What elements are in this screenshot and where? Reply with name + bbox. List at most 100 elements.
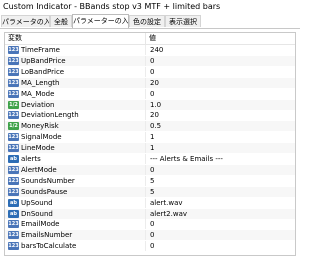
parameter-value[interactable]: alert2.wav [150,209,187,219]
parameter-name: UpBandPrice [21,56,66,65]
double-icon: 1/2 [8,122,19,131]
table-row[interactable]: 123 LineMode 1 [5,143,295,154]
column-divider [145,241,146,252]
column-divider [145,197,146,208]
window-title: Custom Indicator - BBands stop v3 MTF + … [0,0,300,13]
parameter-value[interactable]: 1 [150,143,154,153]
tab-display-selection[interactable]: 表示選択 [165,15,201,27]
parameter-name: SignalMode [21,133,62,142]
tab-parameter-input[interactable]: パラメーターの入力 [72,14,129,28]
parameter-value[interactable]: alert.wav [150,198,183,208]
parameter-name: UpSound [21,198,53,207]
table-row[interactable]: ab alerts --- Alerts & Emails --- [5,154,295,164]
tab-divider [0,28,300,29]
column-divider [145,219,146,230]
parameter-value[interactable]: 5 [150,187,154,197]
parameter-value[interactable]: 0 [150,56,154,66]
table-row[interactable]: 1/2 Deviation 1.0 [5,99,295,110]
integer-icon: 123 [8,220,19,229]
tab-general[interactable]: 全般 [50,15,72,27]
parameter-name: SoundsPause [21,187,68,196]
parameter-value[interactable]: 0 [150,165,154,175]
table-header: 変数 値 [5,33,295,45]
parameter-value[interactable]: 0.5 [150,121,161,131]
string-icon: ab [8,155,19,163]
integer-icon: 123 [8,231,19,240]
parameter-value[interactable]: 0 [150,219,154,229]
table-row[interactable]: 123 AlertMode 0 [5,164,295,175]
table-row[interactable]: 123 MA_Length 20 [5,77,295,88]
table-row[interactable]: 123 EmailMode 0 [5,219,295,230]
parameter-value[interactable]: 0 [150,67,154,77]
integer-icon: 123 [8,133,19,142]
tab-parameters-input-1[interactable]: パラメータの入力 [1,15,50,27]
column-divider [145,77,146,88]
integer-icon: 123 [8,67,19,76]
parameter-name: TimeFrame [21,46,60,54]
parameter-value[interactable]: 1 [150,132,154,142]
column-header-variable: 変数 [8,34,22,42]
integer-icon: 123 [8,242,19,251]
table-row[interactable]: 123 DeviationLength 20 [5,110,295,121]
integer-icon: 123 [8,46,19,54]
integer-icon: 123 [8,56,19,65]
column-divider [145,230,146,241]
parameter-name: MA_Mode [21,89,55,98]
integer-icon: 123 [8,111,19,120]
integer-icon: 123 [8,165,19,174]
table-row[interactable]: 123 MA_Mode 0 [5,88,295,99]
string-icon: ab [8,198,19,207]
column-divider [145,121,146,132]
parameter-value[interactable]: 0 [150,230,154,240]
column-divider [145,110,146,121]
column-divider [145,175,146,186]
parameter-value[interactable]: 1.0 [150,100,161,110]
table-row[interactable]: 123 EmailsNumber 0 [5,230,295,241]
column-divider [145,66,146,77]
column-divider [145,55,146,66]
double-icon: 1/2 [8,100,19,109]
table-row[interactable]: 123 SoundsNumber 5 [5,175,295,186]
integer-icon: 123 [8,78,19,87]
parameter-value[interactable]: 0 [150,241,154,251]
table-row[interactable]: ab UpSound alert.wav [5,197,295,208]
parameter-value[interactable]: 240 [150,45,163,55]
parameter-name: Deviation [21,100,55,109]
integer-icon: 123 [8,89,19,98]
table-row[interactable]: 123 barsToCalculate 0 [5,241,295,252]
parameter-name: EmailsNumber [21,231,73,240]
integer-icon: 123 [8,187,19,196]
column-divider [145,164,146,175]
column-divider [145,33,146,44]
parameter-value[interactable]: 20 [150,110,159,120]
string-icon: ab [8,209,19,218]
table-row[interactable]: 1/2 MoneyRisk 0.5 [5,121,295,132]
parameter-name: EmailMode [21,220,60,229]
table-row[interactable]: 123 SoundsPause 5 [5,186,295,197]
column-divider [145,99,146,110]
integer-icon: 123 [8,144,19,153]
column-divider [145,208,146,219]
parameter-value[interactable]: 20 [150,78,159,88]
table-row[interactable]: ab DnSound alert2.wav [5,208,295,219]
parameter-name: AlertMode [21,165,57,174]
table-row[interactable]: 123 TimeFrame 240 [5,45,295,55]
column-divider [145,143,146,154]
tab-bar: パラメータの入力 全般 パラメーターの入力 色の設定 表示選択 [0,14,300,28]
column-divider [145,45,146,55]
table-row[interactable]: 123 UpBandPrice 0 [5,55,295,66]
parameter-name: MA_Length [21,78,60,87]
integer-icon: 123 [8,176,19,185]
parameter-name: alerts [21,155,41,163]
parameter-value[interactable]: --- Alerts & Emails --- [150,154,223,164]
parameter-value[interactable]: 5 [150,176,154,186]
tab-color-settings[interactable]: 色の設定 [129,15,165,27]
column-header-value: 値 [149,34,156,42]
column-divider [145,154,146,164]
table-row[interactable]: 123 SignalMode 1 [5,132,295,143]
parameter-value[interactable]: 0 [150,89,154,99]
parameters-table: 変数 値 123 TimeFrame 240 123 UpBandPrice 0 123 Lo… [4,32,296,256]
table-row[interactable]: 123 LoBandPrice 0 [5,66,295,77]
parameter-name: DnSound [21,209,53,218]
column-divider [145,132,146,143]
